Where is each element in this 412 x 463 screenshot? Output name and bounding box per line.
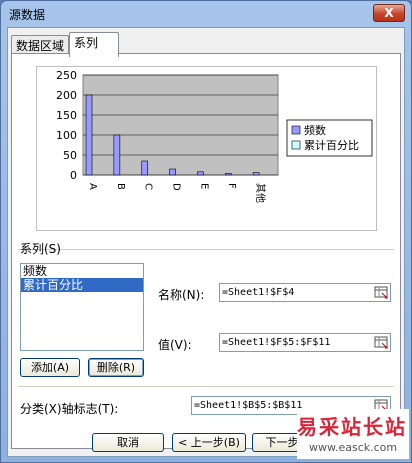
bar [141, 160, 149, 176]
window-title: 源数据 [9, 8, 46, 22]
legend-swatch [291, 125, 301, 135]
legend-label: 频数 [304, 123, 326, 137]
y-tick-label: 50 [63, 149, 77, 162]
chart-preview: 250 200 150 100 50 0 A B C D E F 其他 频数累计百分比 [36, 66, 377, 231]
bar [113, 134, 121, 176]
bar [169, 168, 176, 176]
y-tick-label: 100 [56, 129, 77, 142]
legend-label: 累计百分比 [304, 139, 359, 152]
bar [197, 171, 204, 176]
add-series-button[interactable]: 添加(A) [20, 358, 80, 377]
chart-svg: 250 200 150 100 50 0 A B C D E F 其他 频数累计百分比 [56, 69, 373, 203]
values-ref-field[interactable] [219, 333, 391, 352]
bar [224, 173, 232, 176]
tab-series[interactable]: 系列 [69, 32, 119, 57]
y-tick-label: 250 [56, 69, 77, 82]
x-tick-label: 其他 [254, 183, 267, 203]
range-select-icon[interactable] [374, 285, 389, 300]
x-tick-label: E [198, 183, 209, 189]
x-tick-label: B [115, 183, 126, 190]
bar [252, 172, 260, 176]
y-tick-label: 0 [70, 169, 77, 182]
dialog-client-area: 数据区域 系列 250 200 150 100 50 0 A B C D E F 其他 频数 累计百分比 系… [7, 27, 405, 457]
back-button[interactable]: < 上一步(B) [172, 433, 246, 452]
watermark: 易采站长站 www.easck.com [297, 409, 409, 459]
x-tick-label: A [87, 183, 98, 190]
bar [85, 94, 93, 176]
source-data-dialog: 源数据 X 数据区域 系列 250 200 150 100 50 0 A B C D E F 其他 频数累… [0, 0, 412, 463]
watermark-url: www.easck.com [309, 441, 398, 454]
category-axis-label: 分类(X)轴标志(T): [20, 402, 119, 416]
close-button[interactable]: X [373, 4, 405, 22]
list-item[interactable]: 频数 [21, 264, 143, 278]
name-input[interactable] [220, 284, 372, 301]
title-bar: 源数据 X [1, 1, 411, 27]
series-label: 系列(S) [20, 242, 61, 256]
cancel-button[interactable]: 取消 [92, 433, 164, 452]
x-tick-label: F [226, 183, 237, 189]
series-listbox[interactable]: 频数 累计百分比 [20, 263, 144, 351]
name-ref-field[interactable] [219, 283, 391, 302]
y-tick-label: 200 [56, 89, 77, 102]
y-tick-label: 150 [56, 109, 77, 122]
series-tab-panel: 250 200 150 100 50 0 A B C D E F 其他 频数 累计百分比 系列(S) 频数 … [11, 53, 401, 449]
values-label: 值(V): [158, 338, 192, 352]
divider [18, 386, 394, 387]
plot-area [82, 74, 279, 176]
range-select-icon[interactable] [374, 335, 389, 350]
name-label: 名称(N): [158, 288, 205, 302]
delete-series-button[interactable]: 删除(R) [88, 358, 144, 377]
list-item[interactable]: 累计百分比 [21, 278, 143, 292]
legend-swatch [291, 140, 301, 150]
watermark-text: 易采站长站 [297, 415, 407, 439]
x-tick-label: D [171, 183, 182, 191]
values-input[interactable] [220, 334, 372, 351]
x-tick-label: C [143, 183, 154, 190]
